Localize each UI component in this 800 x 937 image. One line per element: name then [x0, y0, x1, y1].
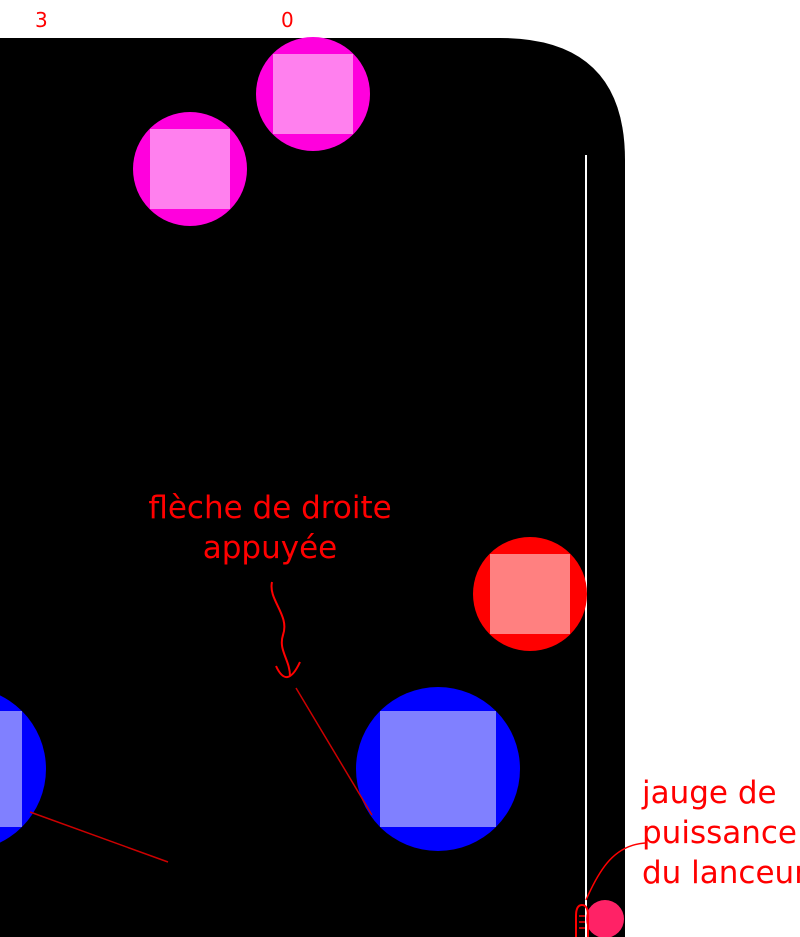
bumper-magenta-left — [133, 112, 247, 226]
annotation-gauge-line-1: jauge de — [642, 775, 777, 811]
bumper-red — [473, 537, 587, 651]
bumper-magenta-top — [256, 37, 370, 151]
annotation-gauge-line-2: puissance — [642, 815, 797, 851]
annotation-arrow-line-2: appuyée — [202, 530, 338, 566]
flipper-right-blue — [356, 687, 520, 851]
annotation-gauge-line-3: du lanceur — [642, 855, 800, 891]
annotation-arrow-line-1: flèche de droite — [148, 490, 392, 526]
annotation-arrow-note: flèche de droite appuyée — [130, 488, 410, 568]
annotation-gauge-note: jauge de puissance du lanceur — [642, 773, 800, 893]
